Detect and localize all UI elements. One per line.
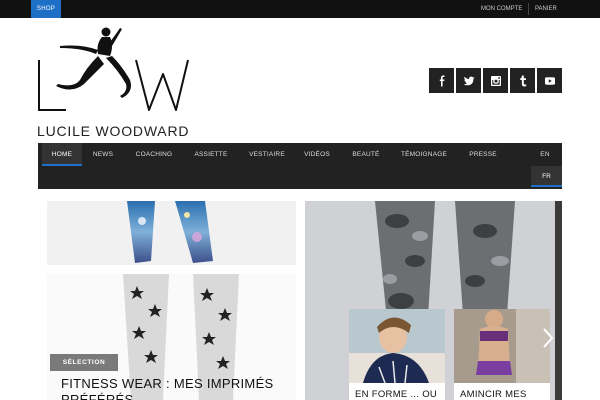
main-nav: HOME NEWS COACHING ASSIETTE VESTIAIRE VI… xyxy=(38,143,562,189)
nav-item-presse[interactable]: PRESSE xyxy=(466,143,500,166)
nav-item-videos[interactable]: VIDÉOS xyxy=(302,143,332,166)
article-photo xyxy=(349,309,445,384)
top-bar: SHOP MON COMPTE PANIER xyxy=(0,0,600,18)
chevron-right-icon[interactable] xyxy=(541,327,555,349)
nav-item-news[interactable]: NEWS xyxy=(89,143,117,166)
article-card[interactable]: EN FORME ... OU xyxy=(349,309,445,400)
twitter-icon[interactable] xyxy=(456,68,481,93)
nav-item-assiette[interactable]: ASSIETTE xyxy=(191,143,231,166)
logo-wordmark[interactable]: LUCILE WOODWARD xyxy=(37,123,189,139)
leggings-print-image xyxy=(47,201,296,265)
shop-link[interactable]: SHOP xyxy=(31,0,61,18)
article-photo xyxy=(454,309,550,383)
article-caption[interactable]: AMINCIR MES xyxy=(460,389,527,400)
nav-item-coaching[interactable]: COACHING xyxy=(133,143,175,166)
nav-item-vestiaire[interactable]: VESTIAIRE xyxy=(247,143,287,166)
account-link[interactable]: MON COMPTE xyxy=(476,0,527,18)
social-icons xyxy=(429,68,562,93)
cart-link[interactable]: PANIER xyxy=(530,0,562,18)
nav-item-beaute[interactable]: BEAUTÉ xyxy=(350,143,382,166)
article-caption[interactable]: EN FORME ... OU xyxy=(355,389,437,400)
nav-item-home[interactable]: HOME xyxy=(42,143,82,166)
lang-fr[interactable]: FR xyxy=(531,166,562,187)
lang-en[interactable]: EN xyxy=(536,143,554,166)
featured-title[interactable]: FITNESS WEAR : MES IMPRIMÉS PRÉFÉRÉS xyxy=(61,376,301,400)
tumblr-icon[interactable] xyxy=(510,68,535,93)
article-card[interactable]: AMINCIR MES xyxy=(454,309,550,400)
facebook-icon[interactable] xyxy=(429,68,454,93)
nav-item-temoignage[interactable]: TÉMOIGNAGE xyxy=(398,143,450,166)
topbar-divider xyxy=(528,3,529,15)
category-badge[interactable]: SÉLECTION xyxy=(50,354,118,371)
instagram-icon[interactable] xyxy=(483,68,508,93)
youtube-icon[interactable] xyxy=(537,68,562,93)
